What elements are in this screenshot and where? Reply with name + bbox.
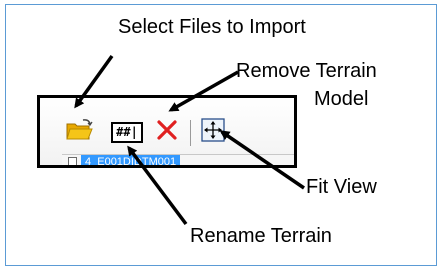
arrow-remove-terrain — [168, 70, 239, 112]
arrow-select-files — [74, 54, 114, 109]
callout-arrows — [74, 54, 305, 226]
arrow-fit-view — [219, 130, 305, 190]
arrow-rename-terrain — [127, 145, 188, 226]
